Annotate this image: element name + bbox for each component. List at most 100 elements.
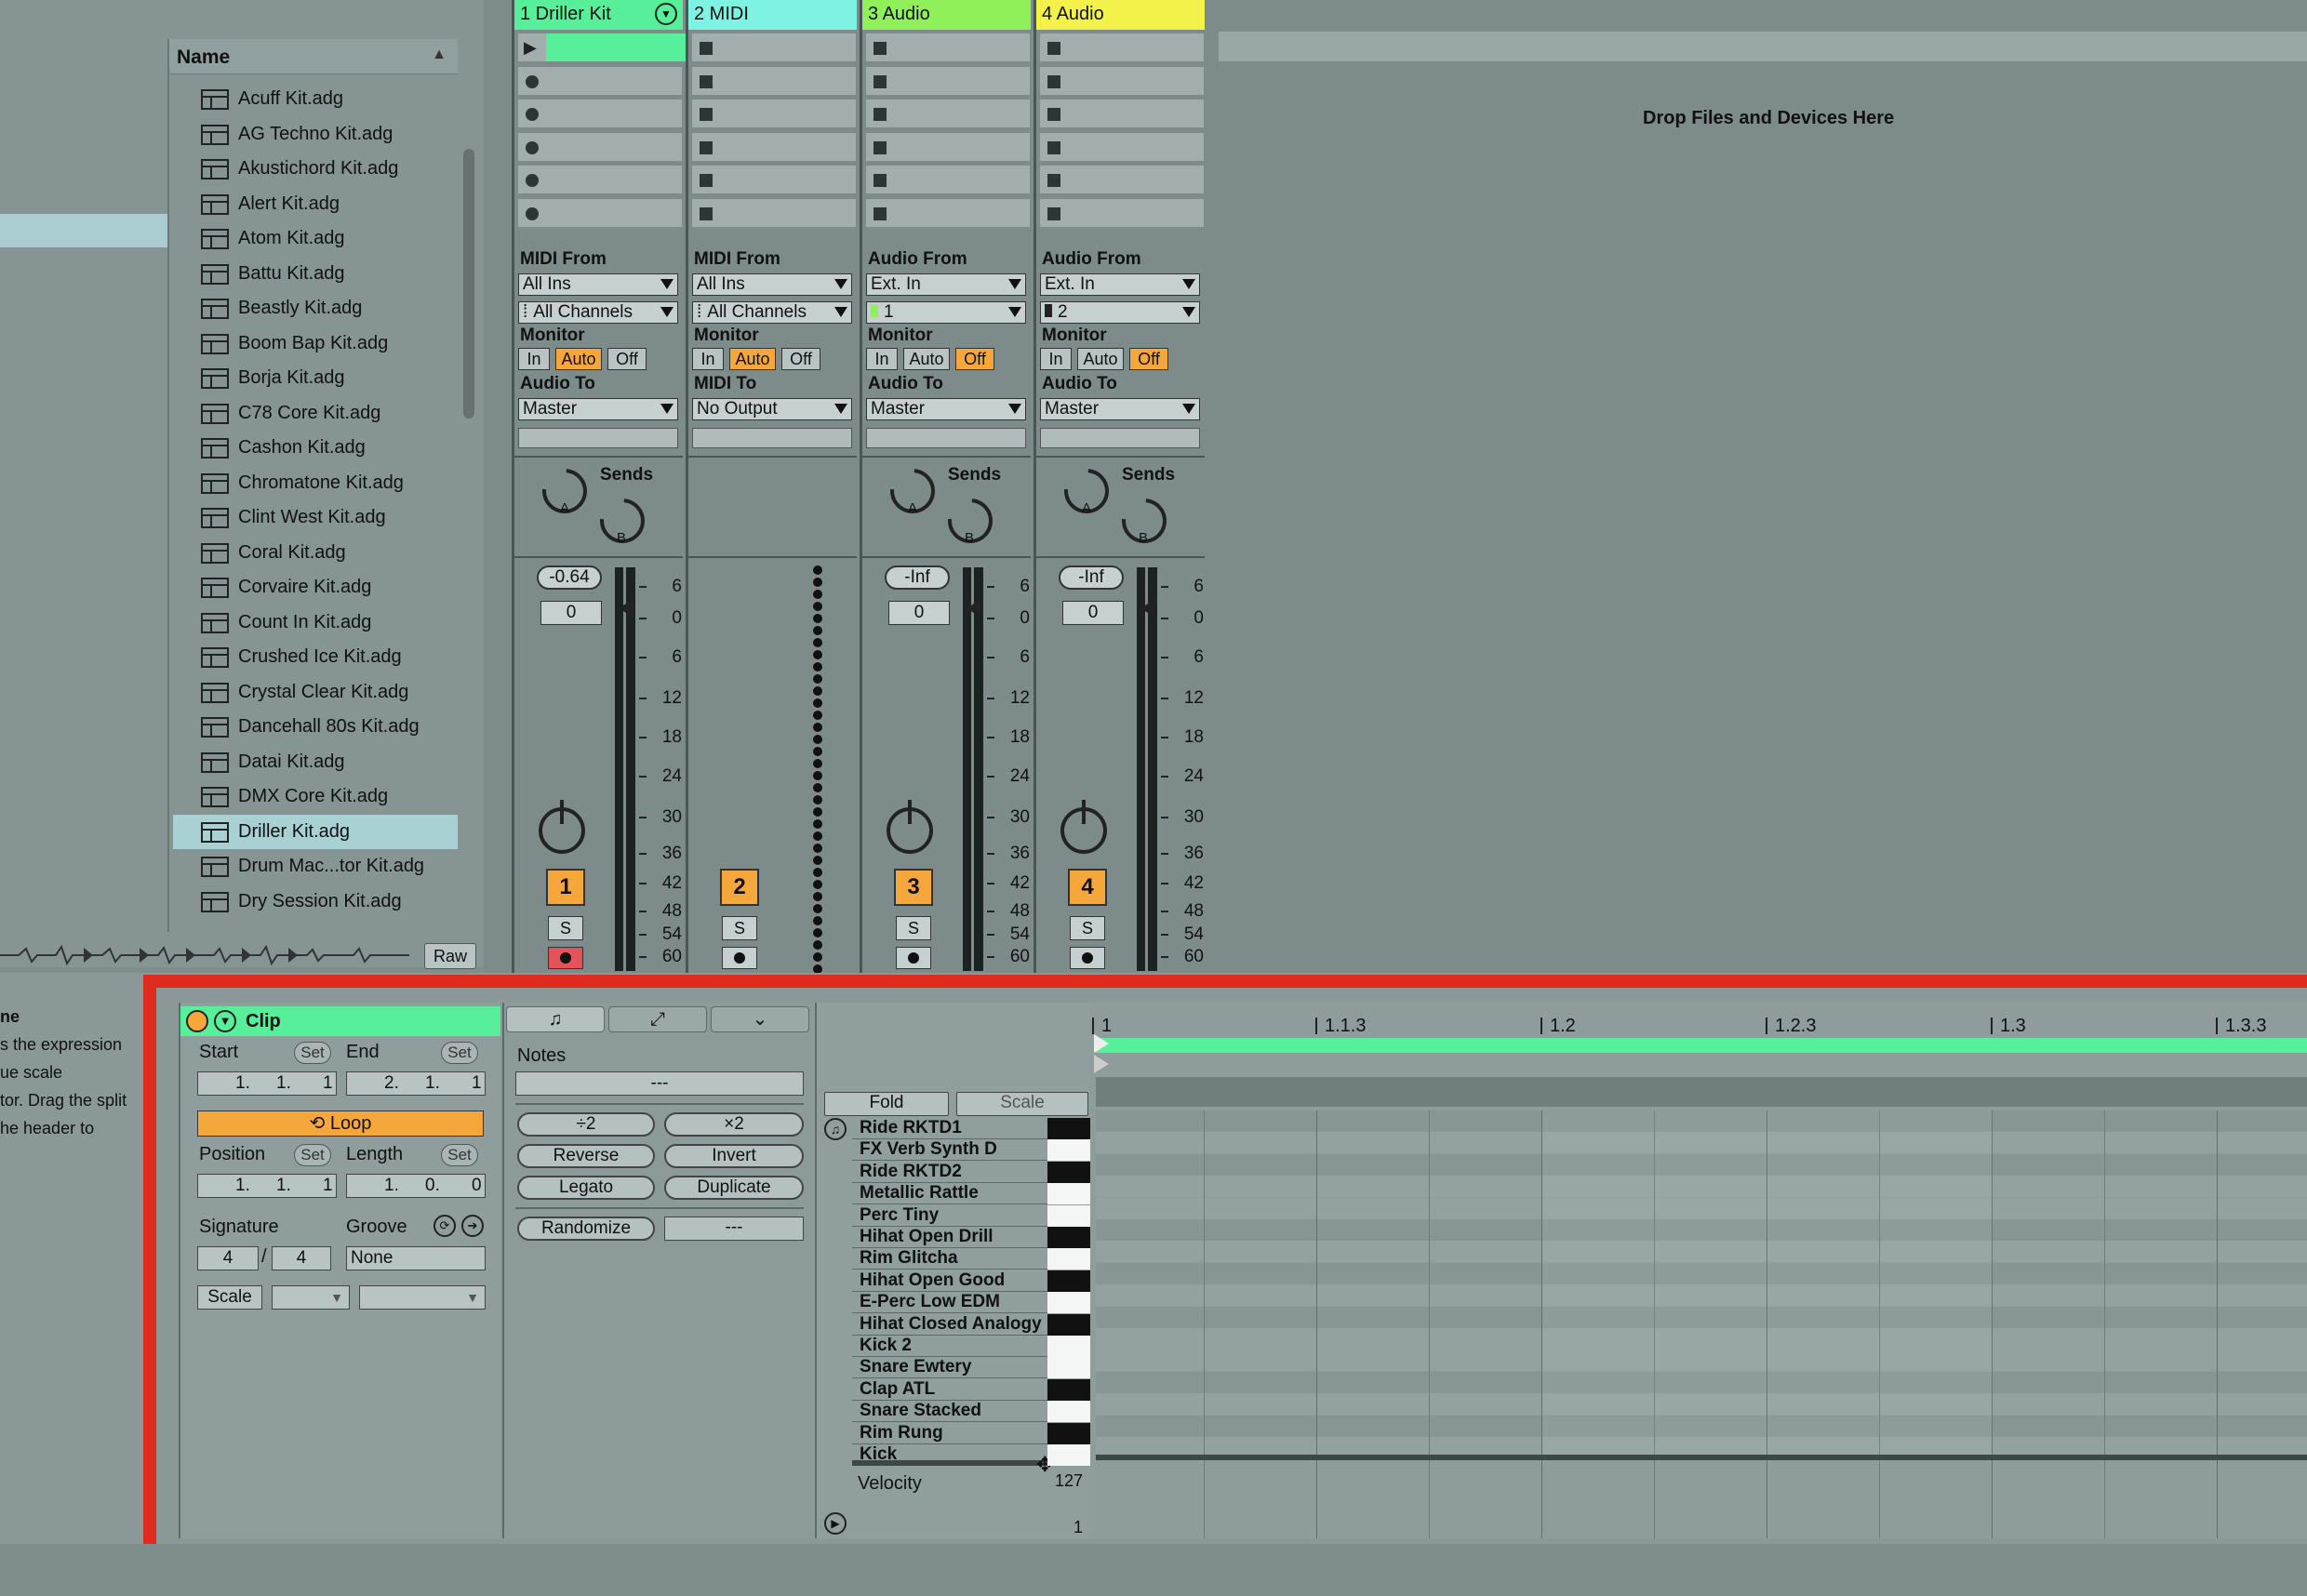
- input-channel-dropdown[interactable]: 2: [1040, 301, 1200, 324]
- browser-scrollbar[interactable]: [463, 149, 474, 419]
- browser-item[interactable]: Dry Session Kit.adg: [197, 884, 458, 919]
- arm-button[interactable]: [896, 947, 931, 969]
- clip-slot[interactable]: [518, 66, 682, 97]
- stop-slot-icon[interactable]: [873, 140, 887, 154]
- stop-slot-icon[interactable]: [873, 174, 887, 187]
- browser-split-line[interactable]: [167, 39, 169, 932]
- monitor-in-button[interactable]: In: [692, 348, 724, 370]
- stop-slot-icon[interactable]: [700, 206, 713, 220]
- clip-slot[interactable]: ▶: [518, 33, 686, 63]
- clip-slot[interactable]: [866, 66, 1030, 97]
- browser-item[interactable]: Battu Kit.adg: [197, 257, 458, 291]
- record-slot-icon[interactable]: [526, 108, 539, 121]
- browser-item[interactable]: Drum Mac...tor Kit.adg: [197, 849, 458, 884]
- stop-slot-icon[interactable]: [700, 140, 713, 154]
- clip-slot[interactable]: [692, 100, 856, 129]
- monitor-off-button[interactable]: Off: [781, 348, 820, 370]
- clip-slot[interactable]: [1040, 198, 1204, 229]
- stop-slot-icon[interactable]: [1047, 206, 1060, 220]
- track-title[interactable]: 4 Audio: [1036, 0, 1205, 30]
- raw-button[interactable]: Raw: [424, 943, 476, 969]
- browser-item[interactable]: Crushed Ice Kit.adg: [197, 640, 458, 674]
- track-title[interactable]: 1 Driller Kit ▼: [514, 0, 683, 30]
- output-channel-field[interactable]: [518, 428, 678, 448]
- volume-value[interactable]: -Inf: [885, 565, 950, 590]
- browser-item[interactable]: Beastly Kit.adg: [197, 291, 458, 326]
- browser-item[interactable]: Datai Kit.adg: [197, 745, 458, 779]
- input-type-dropdown[interactable]: Ext. In: [866, 273, 1026, 296]
- input-channel-dropdown[interactable]: 1: [866, 301, 1026, 324]
- clip-slot[interactable]: [518, 132, 682, 163]
- input-channel-dropdown[interactable]: ⁞ All Channels: [692, 301, 852, 324]
- clip-play-icon[interactable]: ▶: [524, 38, 537, 58]
- browser-item[interactable]: DMX Core Kit.adg: [197, 779, 458, 814]
- browser-item[interactable]: Akustichord Kit.adg: [197, 152, 458, 186]
- track-activator-knob[interactable]: [887, 800, 933, 854]
- browser-item[interactable]: Corvaire Kit.adg: [197, 570, 458, 605]
- clip-slot[interactable]: [518, 166, 682, 195]
- stop-slot-icon[interactable]: [1047, 108, 1060, 121]
- pan-value[interactable]: 0: [540, 601, 602, 625]
- track-title[interactable]: 3 Audio: [862, 0, 1031, 30]
- stop-slot-icon[interactable]: [1047, 42, 1060, 55]
- clip-slot[interactable]: [692, 66, 856, 97]
- output-type-dropdown[interactable]: Master: [518, 398, 678, 420]
- solo-button[interactable]: S: [1070, 916, 1105, 940]
- volume-fader-handle[interactable]: [1140, 599, 1155, 618]
- clip-slot[interactable]: [692, 33, 856, 63]
- monitor-auto-button[interactable]: Auto: [1077, 348, 1124, 370]
- browser-item[interactable]: Chromatone Kit.adg: [197, 466, 458, 500]
- browser-item[interactable]: Boom Bap Kit.adg: [197, 326, 458, 361]
- output-channel-field[interactable]: [866, 428, 1026, 448]
- pan-value[interactable]: 0: [1062, 601, 1124, 625]
- stop-slot-icon[interactable]: [1047, 74, 1060, 88]
- browser-item[interactable]: Coral Kit.adg: [197, 536, 458, 570]
- stop-slot-icon[interactable]: [700, 174, 713, 187]
- record-slot-icon[interactable]: [526, 206, 539, 220]
- browser-column-header[interactable]: Name ▲: [169, 39, 458, 74]
- stop-slot-icon[interactable]: [873, 42, 887, 55]
- browser-item[interactable]: Crystal Clear Kit.adg: [197, 675, 458, 710]
- monitor-auto-button[interactable]: Auto: [729, 348, 776, 370]
- track-activator-button[interactable]: 4: [1068, 869, 1107, 906]
- monitor-off-button[interactable]: Off: [955, 348, 994, 370]
- sort-ascending-icon[interactable]: ▲: [432, 47, 447, 63]
- clip-slot[interactable]: [866, 100, 1030, 129]
- volume-value[interactable]: -Inf: [1059, 565, 1124, 590]
- browser-item[interactable]: Borja Kit.adg: [197, 361, 458, 395]
- stop-slot-icon[interactable]: [700, 108, 713, 121]
- track-title[interactable]: 2 MIDI: [688, 0, 857, 30]
- stop-slot-icon[interactable]: [1047, 174, 1060, 187]
- pan-value[interactable]: 0: [888, 601, 950, 625]
- clip-slot[interactable]: [866, 198, 1030, 229]
- browser-item[interactable]: Count In Kit.adg: [197, 605, 458, 640]
- arm-button[interactable]: [548, 947, 583, 969]
- browser-item[interactable]: Driller Kit.adg: [173, 814, 458, 849]
- clip-slot[interactable]: [1040, 100, 1204, 129]
- monitor-auto-button[interactable]: Auto: [555, 348, 602, 370]
- track-fold-icon[interactable]: ▼: [655, 3, 677, 25]
- monitor-off-button[interactable]: Off: [1129, 348, 1168, 370]
- browser-item[interactable]: Clint West Kit.adg: [197, 500, 458, 535]
- track-activator-knob[interactable]: [539, 800, 585, 854]
- input-channel-dropdown[interactable]: ⁞ All Channels: [518, 301, 678, 324]
- browser-item[interactable]: Acuff Kit.adg: [197, 82, 458, 116]
- monitor-auto-button[interactable]: Auto: [903, 348, 950, 370]
- clip-slot[interactable]: [518, 198, 682, 229]
- stop-slot-icon[interactable]: [873, 74, 887, 88]
- record-slot-icon[interactable]: [526, 140, 539, 154]
- volume-value[interactable]: -0.64: [537, 565, 602, 590]
- stop-slot-icon[interactable]: [1047, 140, 1060, 154]
- clip-slot[interactable]: [1040, 66, 1204, 97]
- clip-slot[interactable]: [866, 166, 1030, 195]
- clip-slot[interactable]: [866, 33, 1030, 63]
- browser-item[interactable]: Cashon Kit.adg: [197, 431, 458, 465]
- input-type-dropdown[interactable]: All Ins: [518, 273, 678, 296]
- record-slot-icon[interactable]: [526, 74, 539, 88]
- stop-slot-icon[interactable]: [700, 42, 713, 55]
- browser-sidebar-selection[interactable]: [0, 214, 167, 247]
- input-type-dropdown[interactable]: All Ins: [692, 273, 852, 296]
- browser-item[interactable]: Dancehall 80s Kit.adg: [197, 710, 458, 744]
- output-channel-field[interactable]: [1040, 428, 1200, 448]
- record-slot-icon[interactable]: [526, 174, 539, 187]
